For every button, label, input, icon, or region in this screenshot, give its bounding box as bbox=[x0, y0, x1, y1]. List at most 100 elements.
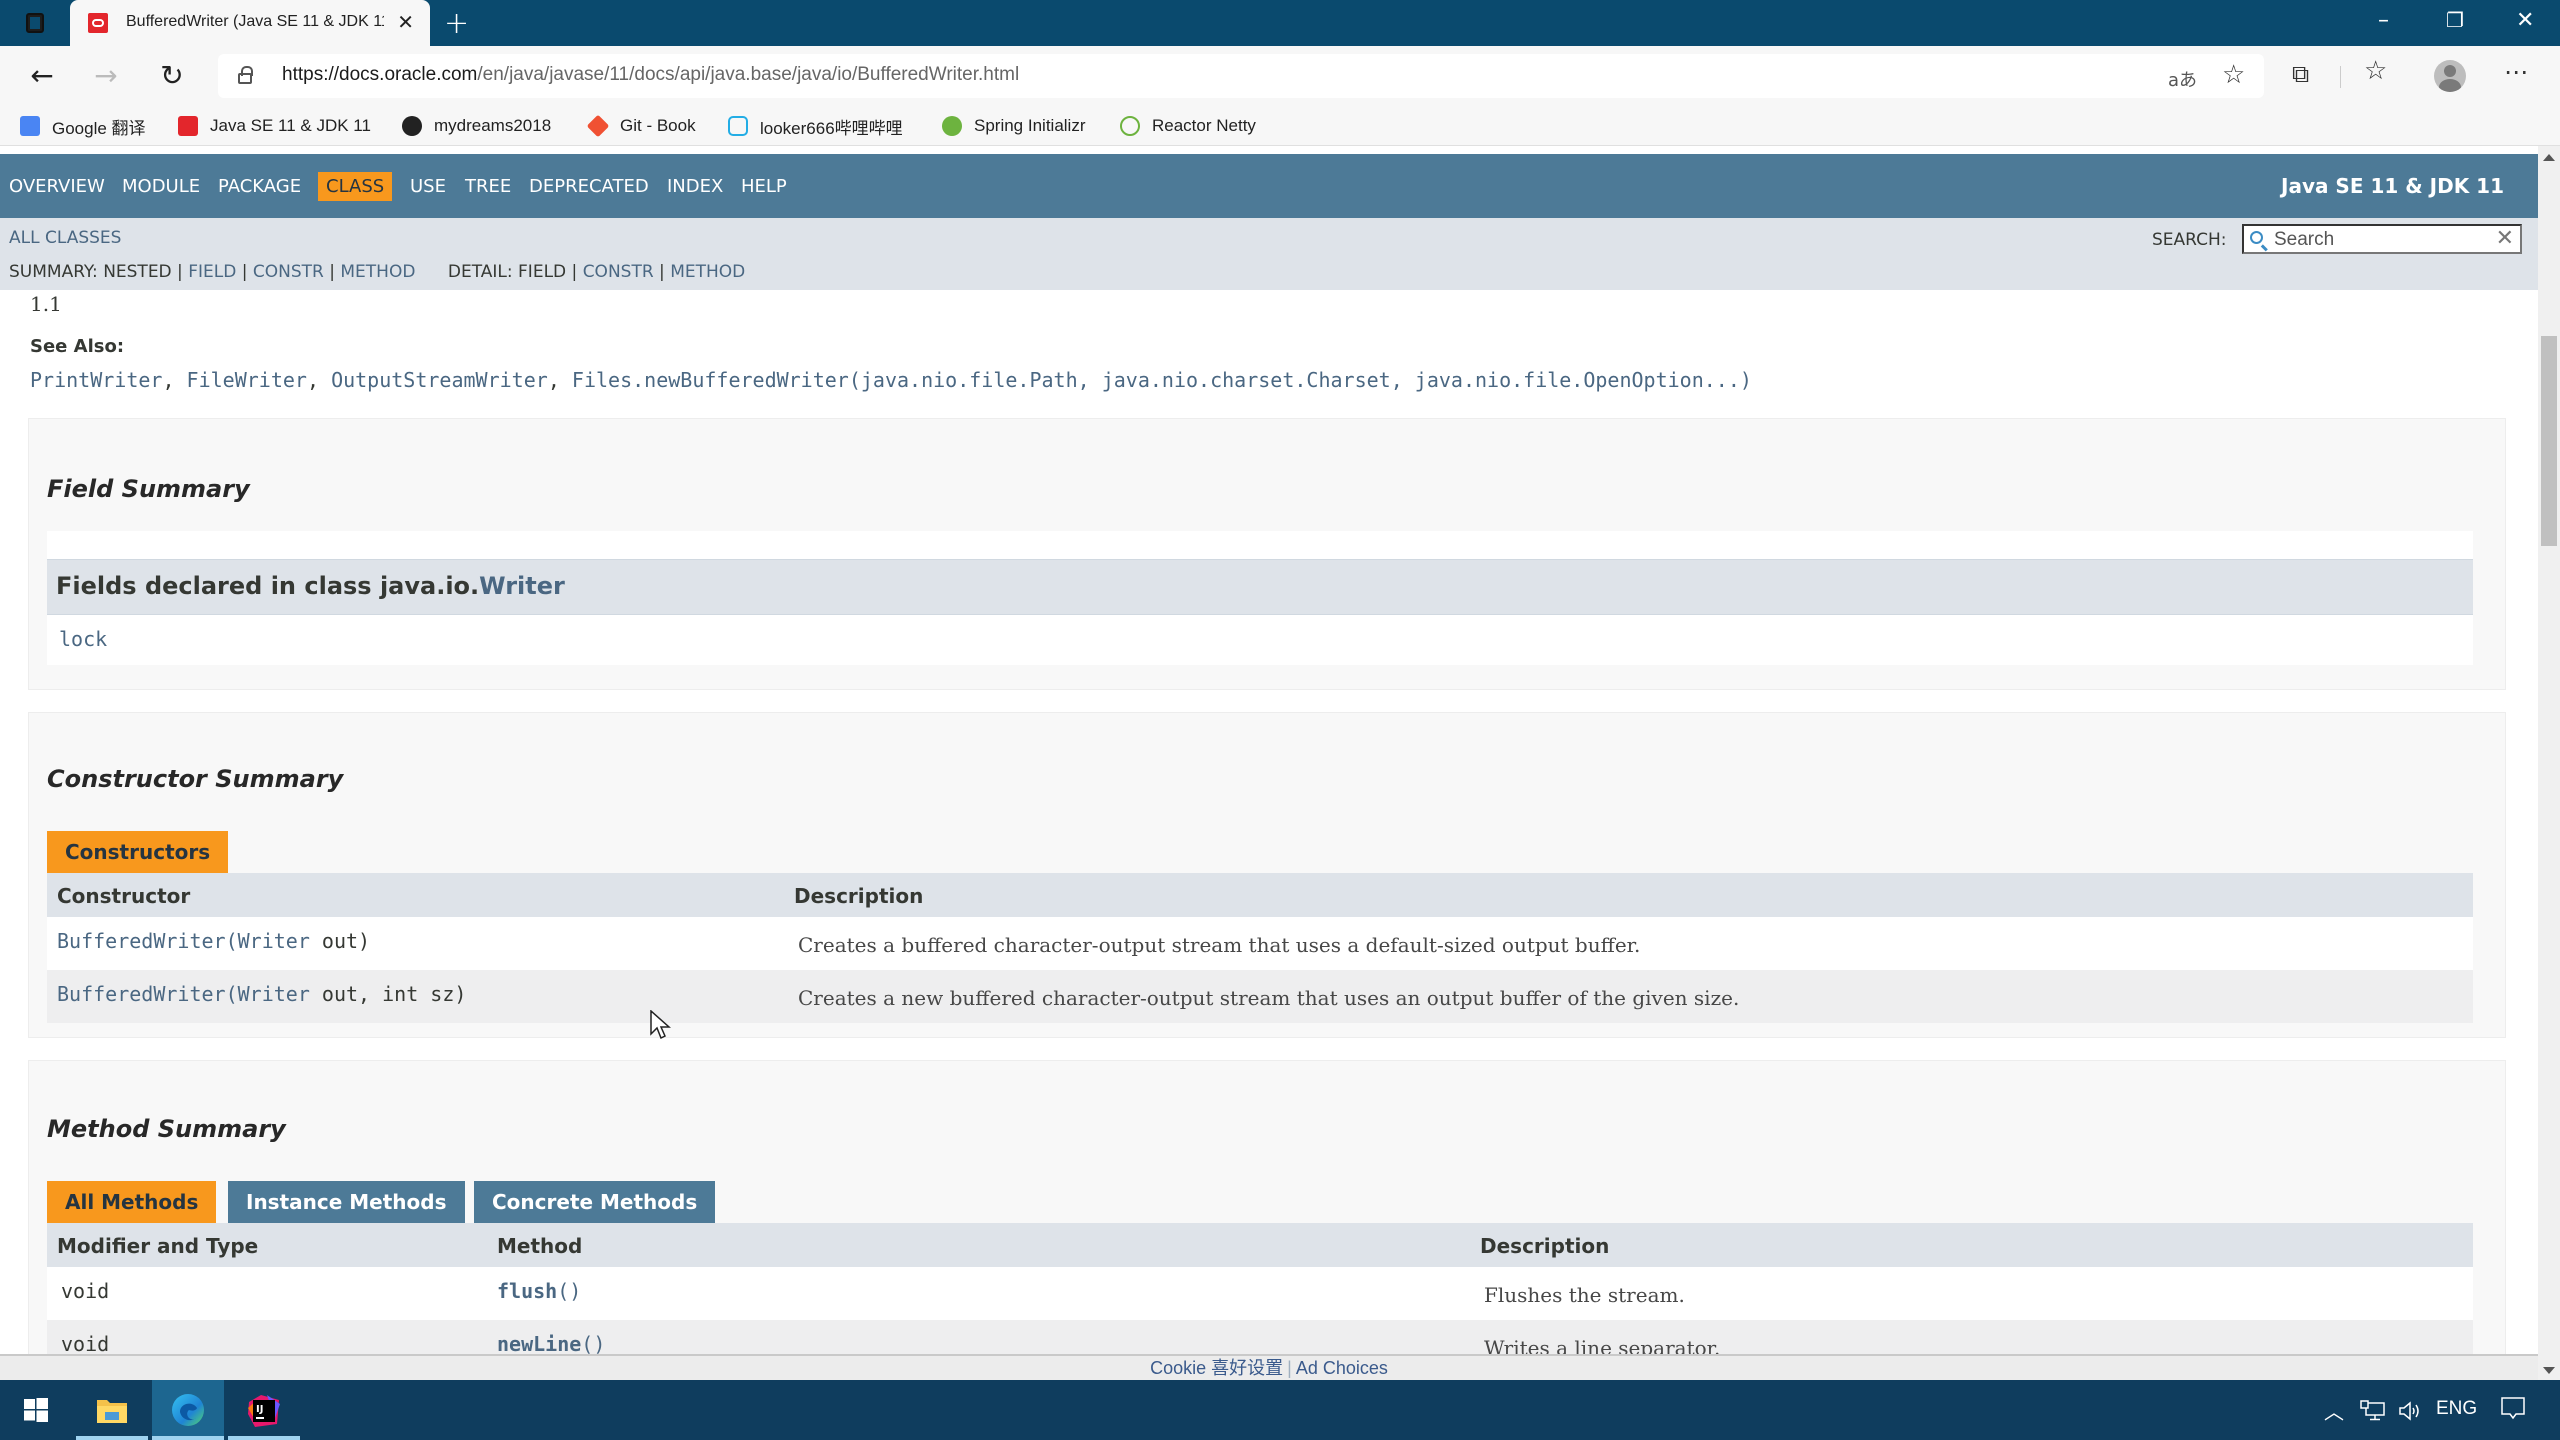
taskbar-intellij[interactable]: IJ bbox=[228, 1380, 300, 1440]
nav-package[interactable]: PACKAGE bbox=[218, 176, 301, 197]
nav-use[interactable]: USE bbox=[410, 176, 446, 197]
method-link[interactable]: flush bbox=[497, 1279, 557, 1303]
method-params: () bbox=[557, 1279, 582, 1303]
bookmark-label: Spring Initializr bbox=[974, 116, 1086, 135]
ad-choices-link[interactable]: Ad Choices bbox=[1296, 1358, 1388, 1378]
close-window-button[interactable]: ✕ bbox=[2516, 8, 2534, 33]
summary-detail-links: SUMMARY: NESTED | FIELD | CONSTR | METHO… bbox=[9, 262, 746, 282]
nav-index[interactable]: INDEX bbox=[667, 176, 723, 197]
cookie-preferences-link[interactable]: Cookie 喜好设置 bbox=[1150, 1358, 1283, 1378]
tab-actions-button[interactable] bbox=[18, 10, 52, 36]
summary-method-link[interactable]: METHOD bbox=[340, 262, 415, 282]
network-icon[interactable] bbox=[2360, 1400, 2386, 1422]
bookmark-java-se[interactable]: Java SE 11 & JDK 11 bbox=[178, 112, 371, 140]
javadoc-brand: Java SE 11 & JDK 11 bbox=[2281, 174, 2504, 198]
detail-method-link[interactable]: METHOD bbox=[670, 262, 745, 282]
add-favorite-icon[interactable]: ☆ bbox=[2222, 60, 2245, 90]
see-also-link[interactable]: FileWriter bbox=[187, 368, 307, 392]
spring-icon bbox=[942, 116, 962, 136]
oracle-favicon-icon bbox=[88, 13, 108, 33]
inherited-fields-heading: Fields declared in class java.io.Writer bbox=[56, 572, 565, 600]
header-method: Method bbox=[497, 1234, 583, 1258]
method-tabs: All Methods Instance Methods Concrete Me… bbox=[47, 1181, 847, 1223]
see-also-link[interactable]: PrintWriter bbox=[30, 368, 162, 392]
scrollbar-thumb[interactable] bbox=[2541, 336, 2557, 546]
bookmark-label: Git - Book bbox=[620, 116, 696, 135]
action-center-icon[interactable] bbox=[2500, 1396, 2526, 1422]
github-icon bbox=[402, 116, 422, 136]
show-hidden-icons-button[interactable]: ︿ bbox=[2324, 1396, 2344, 1425]
read-aloud-icon[interactable]: aあ bbox=[2168, 66, 2197, 92]
nav-help[interactable]: HELP bbox=[741, 176, 787, 197]
search-box: ✕ bbox=[2242, 224, 2522, 254]
inherited-field-lock-link[interactable]: lock bbox=[59, 627, 107, 651]
nav-module[interactable]: MODULE bbox=[122, 176, 200, 197]
scroll-down-arrow-icon[interactable] bbox=[2543, 1367, 2555, 1374]
bookmark-google-translate[interactable]: Google 翻译 bbox=[20, 112, 146, 140]
lock-icon bbox=[238, 66, 254, 84]
summary-field-link[interactable]: FIELD bbox=[188, 262, 236, 282]
search-input[interactable] bbox=[2274, 228, 2484, 252]
taskbar-file-explorer[interactable] bbox=[76, 1380, 148, 1440]
constructor-signature: BufferedWriter(Writer out, int sz) bbox=[57, 982, 467, 1006]
nav-overview[interactable]: OVERVIEW bbox=[9, 176, 105, 197]
windows-logo-icon bbox=[24, 1398, 48, 1422]
search-reset-icon[interactable]: ✕ bbox=[2496, 226, 2514, 252]
restore-button[interactable]: ❐ bbox=[2446, 8, 2464, 32]
bookmark-label: Reactor Netty bbox=[1152, 116, 1256, 135]
intellij-idea-icon: IJ bbox=[248, 1395, 280, 1427]
scroll-up-arrow-icon[interactable] bbox=[2543, 154, 2555, 161]
constructor-link[interactable]: BufferedWriter bbox=[57, 982, 226, 1006]
see-also-link[interactable]: OutputStreamWriter bbox=[331, 368, 548, 392]
back-button[interactable]: ← bbox=[22, 56, 62, 96]
method-params: () bbox=[581, 1332, 606, 1356]
nav-tree[interactable]: TREE bbox=[465, 176, 511, 197]
reactor-icon bbox=[1120, 116, 1140, 136]
all-classes-link[interactable]: ALL CLASSES bbox=[9, 228, 121, 248]
address-bar[interactable]: https://docs.oracle.com/en/java/javase/1… bbox=[218, 54, 2264, 98]
param-type-link[interactable]: Writer bbox=[238, 929, 310, 953]
writer-class-link[interactable]: Writer bbox=[479, 572, 565, 600]
bookmark-label: Google 翻译 bbox=[52, 118, 146, 138]
new-tab-button[interactable]: + bbox=[444, 6, 469, 41]
more-menu-button[interactable]: ⋯ bbox=[2504, 58, 2528, 86]
detail-constr-link[interactable]: CONSTR bbox=[583, 262, 654, 282]
browser-tab-active[interactable]: BufferedWriter (Java SE 11 & JDK 11) ✕ bbox=[70, 0, 430, 46]
bookmark-spring-initializr[interactable]: Spring Initializr bbox=[942, 112, 1086, 140]
close-tab-button[interactable]: ✕ bbox=[397, 10, 414, 34]
constructor-summary-section: Constructor Summary Constructors Constru… bbox=[28, 712, 2506, 1038]
tab-all-methods[interactable]: All Methods bbox=[47, 1181, 217, 1223]
constructor-link[interactable]: BufferedWriter bbox=[57, 929, 226, 953]
favorites-icon[interactable]: ☆ bbox=[2364, 56, 2387, 86]
language-indicator[interactable]: ENG bbox=[2436, 1398, 2477, 1420]
tab-instance-methods[interactable]: Instance Methods bbox=[228, 1181, 465, 1223]
field-summary-section: Field Summary Fields declared in class j… bbox=[28, 418, 2506, 690]
constructor-description: Creates a new buffered character-output … bbox=[798, 986, 1740, 1010]
method-signature: flush() bbox=[497, 1279, 581, 1303]
summary-constr-link[interactable]: CONSTR bbox=[253, 262, 324, 282]
edge-browser-icon bbox=[172, 1394, 204, 1426]
forward-button[interactable]: → bbox=[86, 56, 126, 96]
see-also-link[interactable]: Files.newBufferedWriter(java.nio.file.Pa… bbox=[572, 368, 1752, 392]
bookmark-reactor-netty[interactable]: Reactor Netty bbox=[1120, 112, 1256, 140]
minimize-button[interactable]: – bbox=[2378, 8, 2389, 33]
constructor-row: BufferedWriter(Writer out, int sz) Creat… bbox=[47, 970, 2473, 1023]
bookmark-label: mydreams2018 bbox=[434, 116, 552, 135]
bookmark-label: Java SE 11 & JDK 11 bbox=[210, 116, 371, 135]
extensions-icon[interactable]: ⧉ bbox=[2292, 60, 2309, 88]
taskbar-edge[interactable] bbox=[152, 1380, 224, 1440]
bookmark-github[interactable]: mydreams2018 bbox=[402, 112, 551, 140]
bookmark-label: looker666哔哩哔哩 bbox=[760, 118, 903, 138]
tab-concrete-methods[interactable]: Concrete Methods bbox=[474, 1181, 716, 1223]
start-button[interactable] bbox=[0, 1380, 72, 1440]
param-type-link[interactable]: Writer bbox=[238, 982, 310, 1006]
volume-icon[interactable] bbox=[2398, 1400, 2424, 1422]
page-scrollbar[interactable] bbox=[2538, 146, 2560, 1380]
method-link[interactable]: newLine bbox=[497, 1332, 581, 1356]
url-text[interactable]: https://docs.oracle.com/en/java/javase/1… bbox=[282, 64, 1019, 86]
bookmark-git-book[interactable]: Git - Book bbox=[586, 112, 696, 140]
refresh-button[interactable]: ↻ bbox=[152, 56, 192, 96]
profile-avatar[interactable] bbox=[2434, 60, 2466, 92]
nav-deprecated[interactable]: DEPRECATED bbox=[529, 176, 649, 197]
bookmark-bilibili[interactable]: looker666哔哩哔哩 bbox=[728, 112, 903, 140]
